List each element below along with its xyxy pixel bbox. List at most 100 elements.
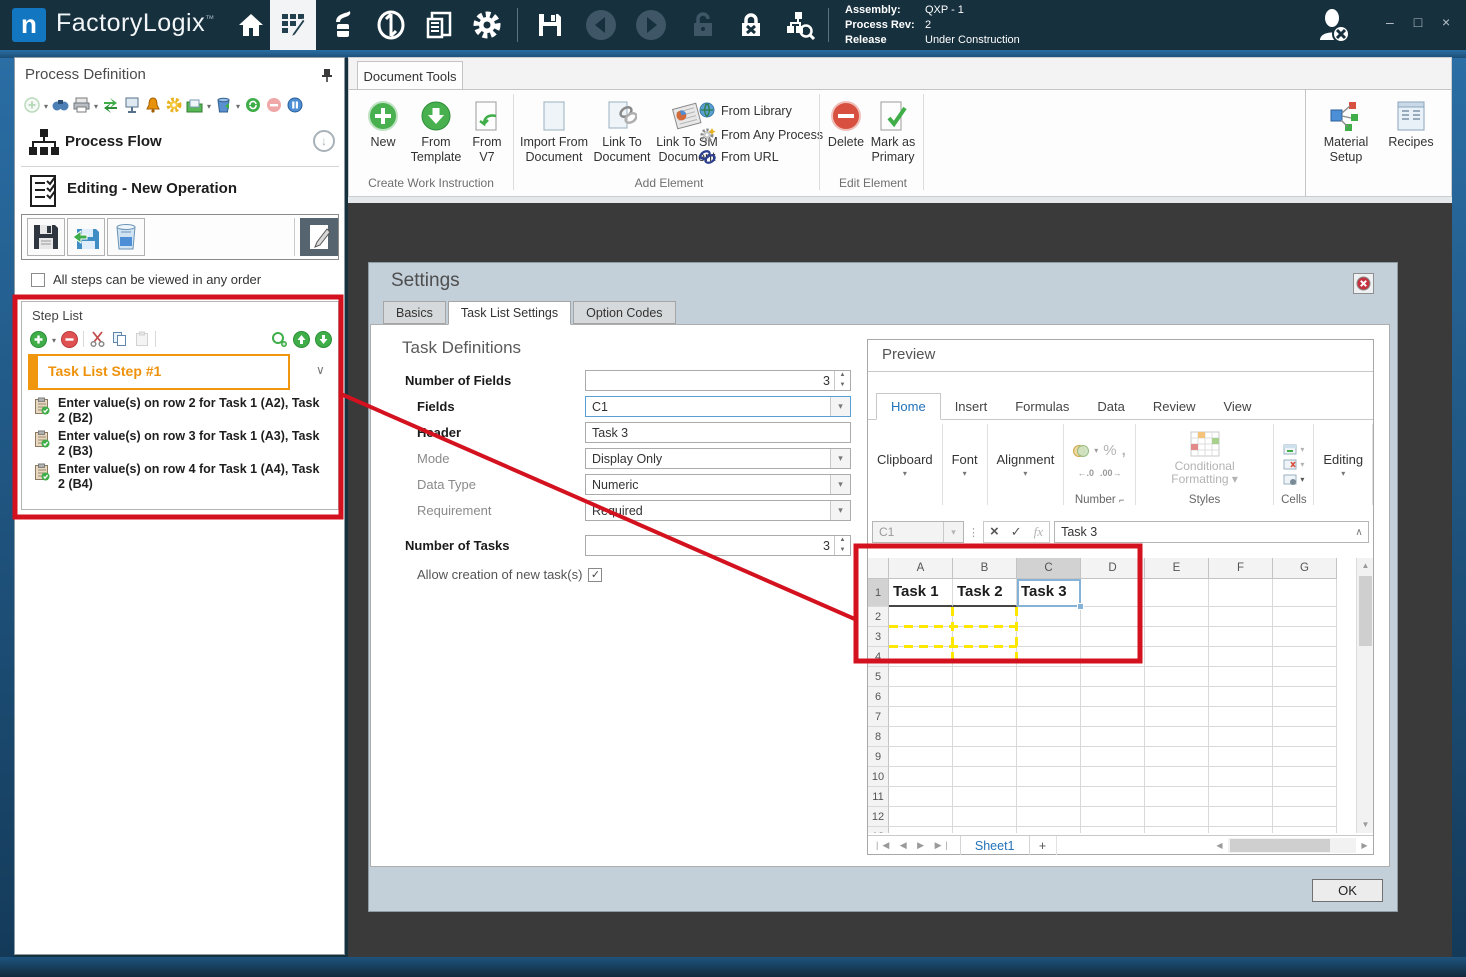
cell-A11[interactable] (889, 787, 953, 807)
row-header-8[interactable]: 8 (868, 727, 889, 747)
cell-G7[interactable] (1273, 707, 1337, 727)
find-step-icon[interactable] (271, 331, 288, 348)
process-search-icon[interactable] (782, 8, 816, 42)
process-flow-row[interactable]: Process Flow (15, 122, 346, 162)
row-header-3[interactable]: 3 (868, 627, 889, 647)
from-library-button[interactable]: From Library (699, 102, 792, 119)
delete-element-button[interactable]: Delete (825, 96, 867, 150)
scroll-left-icon[interactable]: ◀ (1211, 841, 1228, 850)
cell-E10[interactable] (1145, 767, 1209, 787)
number-of-tasks-input[interactable]: 3 ▲ ▼ (585, 535, 851, 556)
cell-F6[interactable] (1209, 687, 1273, 707)
step-chevron-down-icon[interactable]: ∨ (316, 363, 325, 377)
reassign-icon[interactable] (102, 97, 119, 114)
spreadsheet-tab-formulas[interactable]: Formulas (1001, 393, 1083, 420)
data-type-select[interactable]: Numeric ▾ (585, 474, 851, 495)
cell-A10[interactable] (889, 767, 953, 787)
column-header-B[interactable]: B (953, 558, 1017, 579)
fill-handle[interactable] (1077, 603, 1084, 610)
dropdown-arrow-icon[interactable]: ▾ (830, 475, 850, 494)
cell-A7[interactable] (889, 707, 953, 727)
cell-C13[interactable] (1017, 827, 1081, 833)
home-icon[interactable] (234, 8, 268, 42)
cell-E4[interactable] (1145, 647, 1209, 667)
spreadsheet-tab-insert[interactable]: Insert (941, 393, 1002, 420)
settings-gear-icon[interactable] (470, 8, 504, 42)
percent-icon[interactable]: % (1103, 442, 1116, 459)
print-icon[interactable] (73, 97, 90, 114)
cell-B9[interactable] (953, 747, 1017, 767)
cell-E8[interactable] (1145, 727, 1209, 747)
cell-B11[interactable] (953, 787, 1017, 807)
cell-E7[interactable] (1145, 707, 1209, 727)
save-operation-button[interactable] (27, 218, 65, 256)
vertical-scrollbar[interactable]: ▲ ▼ (1356, 558, 1373, 833)
conditional-formatting-label[interactable]: Conditional Formatting (1171, 459, 1234, 486)
column-header-E[interactable]: E (1145, 558, 1209, 579)
cell-B6[interactable] (953, 687, 1017, 707)
find-icon[interactable] (52, 97, 69, 114)
font-group-button[interactable]: Font ▾ (943, 420, 987, 509)
cell-D2[interactable] (1081, 607, 1145, 627)
cell-E12[interactable] (1145, 807, 1209, 827)
row-header-10[interactable]: 10 (868, 767, 889, 787)
dropdown-arrow-icon[interactable]: ▾ (830, 501, 850, 520)
spreadsheet-grid[interactable]: A B C D E F G 1 Task 1 Task 2 Task 3 2 3 4 5 6 7 8 9 10 11 12… (868, 558, 1356, 833)
horizontal-scrollbar[interactable]: ◀ ▶ (1211, 836, 1373, 855)
spinner-buttons[interactable]: ▲ ▼ (834, 536, 850, 555)
row-header-6[interactable]: 6 (868, 687, 889, 707)
cell-F4[interactable] (1209, 647, 1273, 667)
spinner-buttons[interactable]: ▲ ▼ (834, 371, 850, 390)
cell-C10[interactable] (1017, 767, 1081, 787)
from-v7-button[interactable]: From V7 (465, 96, 509, 165)
cell-D9[interactable] (1081, 747, 1145, 767)
cell-G13[interactable] (1273, 827, 1337, 833)
production-icon[interactable] (326, 8, 360, 42)
dialog-tab-task-list-settings[interactable]: Task List Settings (447, 301, 572, 325)
header-input[interactable]: Task 3 (585, 422, 851, 443)
cell-E9[interactable] (1145, 747, 1209, 767)
cell-G11[interactable] (1273, 787, 1337, 807)
cell-D7[interactable] (1081, 707, 1145, 727)
dialog-tab-basics[interactable]: Basics (383, 301, 446, 324)
vertical-scroll-thumb[interactable] (1359, 576, 1372, 646)
cell-C9[interactable] (1017, 747, 1081, 767)
recycle-caret[interactable] (236, 96, 240, 114)
row-header-7[interactable]: 7 (868, 707, 889, 727)
gear-icon[interactable] (165, 97, 182, 114)
sync-route-icon[interactable] (374, 8, 408, 42)
cell-E1[interactable] (1145, 579, 1209, 607)
cell-G12[interactable] (1273, 807, 1337, 827)
cell-G1[interactable] (1273, 579, 1337, 607)
increase-decimal-icon[interactable]: ←.0 (1078, 468, 1095, 478)
material-setup-button[interactable]: Material Setup (1315, 96, 1377, 165)
dialog-close-button[interactable] (1353, 273, 1374, 294)
ok-button[interactable]: OK (1312, 879, 1383, 902)
cell-B7[interactable] (953, 707, 1017, 727)
cell-B10[interactable] (953, 767, 1017, 787)
cell-A2[interactable] (889, 607, 953, 627)
cell-D8[interactable] (1081, 727, 1145, 747)
cell-D12[interactable] (1081, 807, 1145, 827)
cell-G9[interactable] (1273, 747, 1337, 767)
cell-G8[interactable] (1273, 727, 1337, 747)
cell-G3[interactable] (1273, 627, 1337, 647)
cell-G5[interactable] (1273, 667, 1337, 687)
cell-D10[interactable] (1081, 767, 1145, 787)
cell-D4[interactable] (1081, 647, 1145, 667)
spreadsheet-tab-review[interactable]: Review (1139, 393, 1210, 420)
cell-G4[interactable] (1273, 647, 1337, 667)
scroll-right-icon[interactable]: ▶ (1356, 841, 1373, 850)
cell-B2[interactable] (953, 607, 1017, 627)
recycle-bin-icon[interactable] (215, 97, 232, 114)
row-header-13[interactable]: 13 (868, 827, 889, 833)
formula-bar-grip[interactable]: ⋮ (968, 526, 979, 539)
cell-C11[interactable] (1017, 787, 1081, 807)
user-logout-icon[interactable] (1316, 8, 1350, 42)
process-definition-tab-icon[interactable] (270, 0, 316, 50)
cell-C8[interactable] (1017, 727, 1081, 747)
fields-select[interactable]: C1 ▾ (585, 396, 851, 417)
cell-G10[interactable] (1273, 767, 1337, 787)
dropdown-arrow-icon[interactable]: ▾ (830, 449, 850, 468)
row-header-4[interactable]: 4 (868, 647, 889, 667)
